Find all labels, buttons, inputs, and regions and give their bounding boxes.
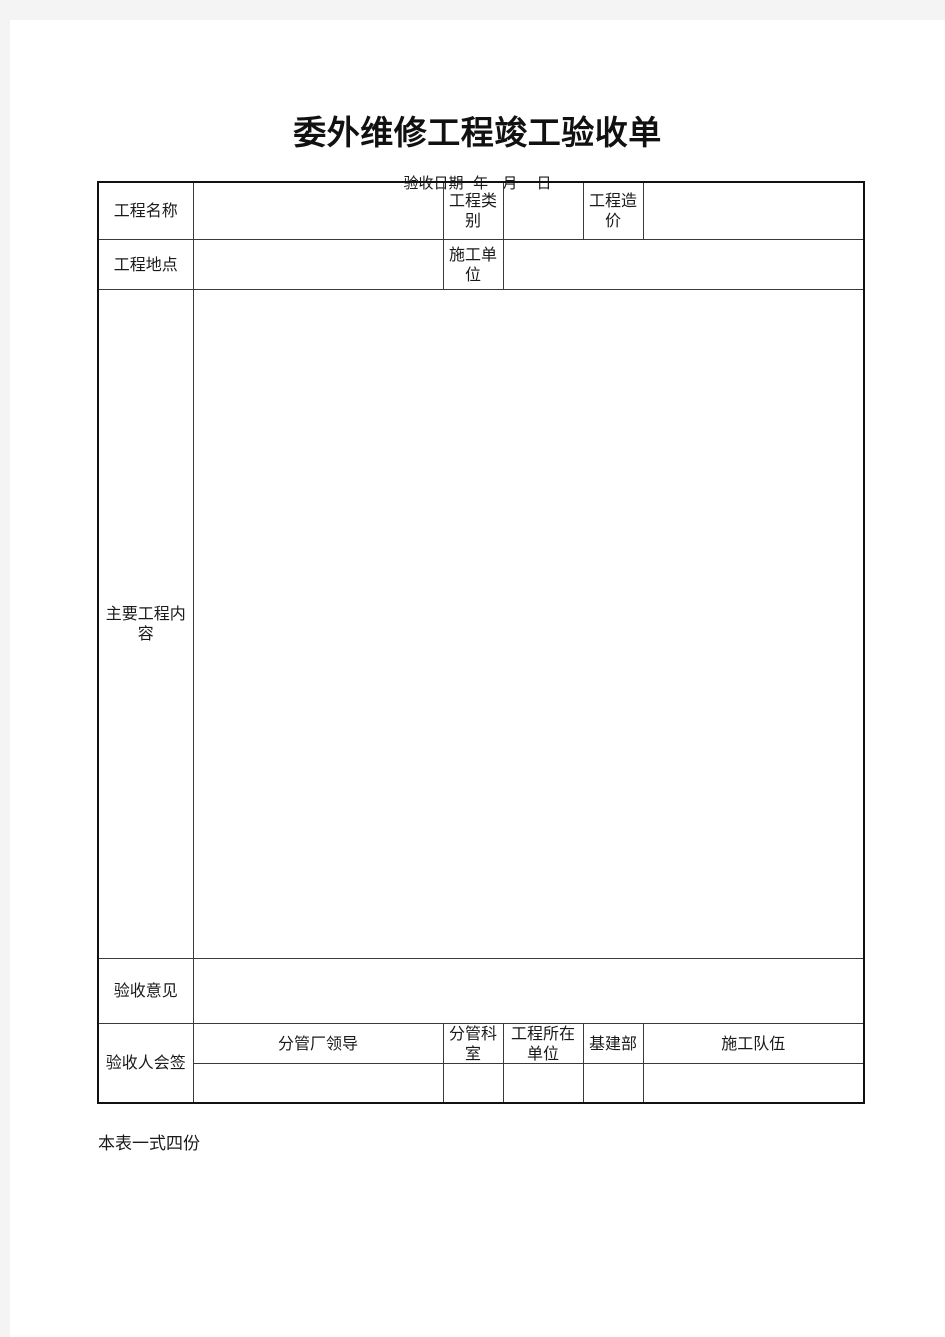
label-signer-capital-construction: 基建部 bbox=[582, 1022, 644, 1065]
field-construction-unit[interactable] bbox=[502, 239, 865, 290]
table-row-signature-headers: 验收人会签 分管厂领导 分管科室 工程所在单位 基建部 施工队伍 bbox=[97, 1022, 865, 1104]
field-project-name[interactable] bbox=[192, 181, 444, 240]
label-signer-department: 分管科室 bbox=[442, 1022, 504, 1065]
acceptance-form-table: 工程名称 工程类别 工程造价 工程地点 施工单位 主要工程内容 验收意见 验收人… bbox=[97, 181, 865, 1105]
label-acceptance-opinion: 验收意见 bbox=[97, 958, 194, 1024]
field-project-location[interactable] bbox=[192, 239, 444, 290]
page-title: 委外维修工程竣工验收单 bbox=[293, 113, 662, 152]
field-signer-project-unit[interactable] bbox=[502, 1063, 584, 1104]
document-page: 委外维修工程竣工验收单 验收日期 年 月 日 工程名称 工程类别 工程造价 工程… bbox=[10, 20, 945, 1337]
table-row-project-location: 工程地点 施工单位 bbox=[97, 239, 865, 290]
field-acceptance-opinion[interactable] bbox=[192, 958, 865, 1024]
field-signer-plant-leader[interactable] bbox=[192, 1063, 444, 1104]
label-project-location: 工程地点 bbox=[97, 239, 194, 290]
label-main-content: 主要工程内容 bbox=[97, 289, 194, 959]
label-signer-project-unit: 工程所在单位 bbox=[502, 1022, 584, 1065]
table-row-main-content: 主要工程内容 bbox=[97, 289, 865, 959]
field-signer-capital-construction[interactable] bbox=[582, 1063, 644, 1104]
table-row-acceptance-opinion: 验收意见 bbox=[97, 958, 865, 1024]
label-signer-plant-leader: 分管厂领导 bbox=[192, 1022, 444, 1065]
footer-note: 本表一式四份 bbox=[98, 1134, 200, 1154]
label-project-name: 工程名称 bbox=[97, 181, 194, 240]
label-project-category: 工程类别 bbox=[442, 181, 504, 240]
label-signatory-countersign: 验收人会签 bbox=[97, 1023, 194, 1104]
field-signer-department[interactable] bbox=[442, 1063, 504, 1104]
label-project-cost: 工程造价 bbox=[582, 181, 644, 240]
label-signer-construction-team: 施工队伍 bbox=[642, 1022, 865, 1065]
table-row-signature-blanks bbox=[98, 1063, 865, 1104]
table-row-project-name: 工程名称 工程类别 工程造价 bbox=[97, 181, 865, 240]
field-main-content[interactable] bbox=[192, 289, 865, 959]
field-signer-construction-team[interactable] bbox=[642, 1063, 865, 1104]
label-construction-unit: 施工单位 bbox=[442, 239, 504, 290]
field-project-category[interactable] bbox=[502, 181, 584, 240]
field-project-cost[interactable] bbox=[642, 181, 865, 240]
